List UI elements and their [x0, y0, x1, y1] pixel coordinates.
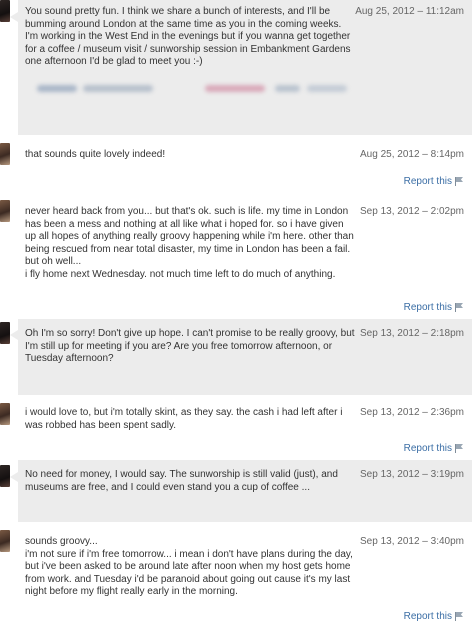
report-link[interactable]: Report this — [404, 611, 464, 622]
report-label[interactable]: Report this — [404, 443, 452, 454]
report-link[interactable]: Report this — [404, 176, 464, 187]
message-date: Aug 25, 2012 – 8:14pm — [360, 149, 464, 160]
avatar[interactable] — [0, 322, 10, 344]
bubble-tail — [10, 12, 18, 22]
avatar[interactable] — [0, 465, 10, 487]
message-text: No need for money, I would say. The sunw… — [25, 469, 338, 493]
message-text: You sound pretty fun. I think we share a… — [25, 6, 351, 67]
message-bubble: that sounds quite lovely indeed! Aug 25,… — [18, 140, 472, 193]
avatar[interactable] — [0, 403, 10, 425]
message-thread: You sound pretty fun. I think we share a… — [0, 0, 472, 623]
report-link[interactable]: Report this — [404, 443, 464, 454]
report-label[interactable]: Report this — [404, 611, 452, 622]
blurred-signature — [25, 83, 464, 95]
report-link[interactable]: Report this — [404, 302, 464, 313]
message-bubble: sounds groovy... i'm not sure if i'm fre… — [18, 527, 472, 623]
report-label[interactable]: Report this — [404, 176, 452, 187]
report-label[interactable]: Report this — [404, 302, 452, 313]
flag-icon[interactable] — [455, 177, 464, 186]
message-bubble: You sound pretty fun. I think we share a… — [18, 0, 472, 135]
avatar[interactable] — [0, 530, 10, 552]
message-date: Sep 13, 2012 – 2:18pm — [360, 328, 464, 339]
flag-icon[interactable] — [455, 444, 464, 453]
bubble-tail — [10, 330, 18, 340]
message-bubble: never heard back from you... but that's … — [18, 197, 472, 319]
message-text: never heard back from you... but that's … — [25, 206, 354, 280]
avatar[interactable] — [0, 200, 10, 222]
flag-icon[interactable] — [455, 612, 464, 621]
message-date: Sep 13, 2012 – 2:36pm — [360, 407, 464, 418]
message-date: Sep 13, 2012 – 2:02pm — [360, 206, 464, 217]
avatar[interactable] — [0, 143, 10, 165]
message-text: that sounds quite lovely indeed! — [25, 149, 166, 160]
message-bubble: i would love to, but i'm totally skint, … — [18, 398, 472, 460]
message-date: Sep 13, 2012 – 3:40pm — [360, 536, 464, 547]
message-text: Oh I'm so sorry! Don't give up hope. I c… — [25, 328, 355, 364]
message-bubble: No need for money, I would say. The sunw… — [18, 460, 472, 522]
message-bubble: Oh I'm so sorry! Don't give up hope. I c… — [18, 319, 472, 395]
flag-icon[interactable] — [455, 303, 464, 312]
message-date: Sep 13, 2012 – 3:19pm — [360, 469, 464, 480]
message-text: sounds groovy... i'm not sure if i'm fre… — [25, 536, 353, 597]
message-text: i would love to, but i'm totally skint, … — [25, 407, 343, 431]
bubble-tail — [10, 472, 18, 482]
avatar[interactable] — [0, 0, 10, 22]
message-date: Aug 25, 2012 – 11:12am — [355, 6, 464, 17]
